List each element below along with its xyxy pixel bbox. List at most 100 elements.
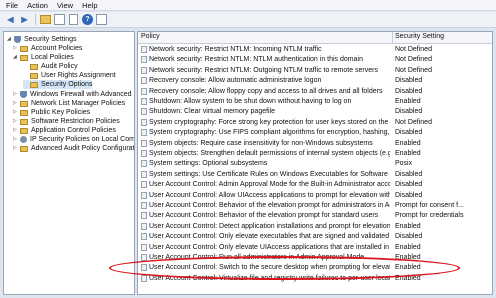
policy-row[interactable]: System cryptography: Force strong key pr… xyxy=(138,118,492,127)
help-icon[interactable]: ? xyxy=(82,14,93,25)
expand-arrow-icon[interactable]: ▷ xyxy=(13,144,18,153)
tree-item-label: Security Settings xyxy=(24,36,77,43)
menu-file[interactable]: File xyxy=(6,1,18,10)
tree-item[interactable]: ▷ Account Policies xyxy=(13,44,82,53)
policy-row[interactable]: User Account Control: Only elevate UIAcc… xyxy=(138,243,492,252)
policy-name: User Account Control: Only elevate UIAcc… xyxy=(149,243,390,251)
policy-name: User Account Control: Behavior of the el… xyxy=(149,212,379,220)
policy-row[interactable]: User Account Control: Detect application… xyxy=(138,222,492,231)
policy-icon xyxy=(141,77,147,85)
policy-row[interactable]: Recovery console: Allow automatic admini… xyxy=(138,76,492,85)
policy-row[interactable]: Network security: Restrict NTLM: Incomin… xyxy=(138,45,492,54)
policy-icon xyxy=(141,87,147,95)
policy-name: System objects: Strengthen default permi… xyxy=(149,150,390,157)
tree-item-label: Account Policies xyxy=(31,45,83,52)
tree-item[interactable]: Audit Policy xyxy=(23,62,78,71)
folder-icon xyxy=(30,81,38,88)
expand-arrow-icon[interactable]: ◢ xyxy=(13,53,18,62)
expand-arrow-icon[interactable]: ▷ xyxy=(13,135,18,144)
policy-row[interactable]: Network security: Restrict NTLM: NTLM au… xyxy=(138,55,492,64)
policy-icon xyxy=(141,202,147,209)
policy-icon xyxy=(141,254,147,261)
tree-item-label: Windows Firewall with Advanced Sec xyxy=(30,91,135,98)
policy-row[interactable]: System settings: Use Certificate Rules o… xyxy=(138,170,492,179)
policy-row[interactable]: Shutdown: Clear virtual memory pagefile D… xyxy=(138,107,492,116)
expand-arrow-icon[interactable]: ▷ xyxy=(13,99,18,108)
export-list-icon[interactable] xyxy=(68,14,79,25)
expand-arrow-icon[interactable]: ▷ xyxy=(13,126,18,135)
tree-item[interactable]: ◢ Security Settings xyxy=(7,35,77,44)
policy-row[interactable]: User Account Control: Run all administra… xyxy=(138,253,492,262)
policy-setting: Disabled xyxy=(395,87,423,95)
policy-row[interactable]: System settings: Optional subsystems Posi… xyxy=(138,159,492,168)
column-header-security-setting[interactable]: Security Setting xyxy=(395,33,444,40)
tree-item[interactable]: User Rights Assignment xyxy=(23,71,116,80)
expand-arrow-icon[interactable]: ◢ xyxy=(7,35,12,44)
policy-row[interactable]: User Account Control: Switch to the secu… xyxy=(138,263,492,272)
menu-action[interactable]: Action xyxy=(27,1,48,10)
policy-name: User Account Control: Run all administra… xyxy=(149,254,365,261)
folder-icon xyxy=(20,145,28,152)
policy-icon xyxy=(141,139,147,147)
policy-setting: Disabled xyxy=(395,129,423,137)
forward-arrow-icon[interactable]: ▶ xyxy=(19,14,30,25)
expand-arrow-icon[interactable]: ▷ xyxy=(13,44,18,53)
policy-setting: Disabled xyxy=(395,170,423,178)
policy-row[interactable]: System objects: Strengthen default permi… xyxy=(138,149,492,158)
tree-item[interactable]: ▷ IP Security Policies on Local Compute xyxy=(13,135,134,144)
tree-item[interactable]: ▷ Application Control Policies xyxy=(13,126,116,135)
expand-arrow-icon[interactable]: ▷ xyxy=(13,117,18,126)
policy-row[interactable]: System cryptography: Use FIPS compliant … xyxy=(138,128,492,137)
policy-icon xyxy=(141,212,147,220)
column-divider[interactable] xyxy=(392,32,393,43)
policy-setting: Disabled xyxy=(395,233,423,241)
policy-setting: Prompt for consent f... xyxy=(395,202,464,209)
policy-name: System cryptography: Force strong key pr… xyxy=(149,118,390,126)
tree-item[interactable]: ▷ Public Key Policies xyxy=(13,108,90,117)
policy-row[interactable]: User Account Control: Allow UIAccess app… xyxy=(138,191,492,200)
policy-name: Network security: Restrict NTLM: NTLM au… xyxy=(149,56,363,64)
policy-row[interactable]: System objects: Require case insensitivi… xyxy=(138,139,492,148)
expand-arrow-icon[interactable]: ▷ xyxy=(13,108,18,117)
policy-icon xyxy=(141,181,147,189)
tree-item[interactable]: ▷ Advanced Audit Policy Configuration xyxy=(13,144,134,153)
policy-setting: Enabled xyxy=(395,274,421,282)
menu-help[interactable]: Help xyxy=(82,1,97,10)
policy-setting: Not Defined xyxy=(395,66,432,74)
policy-row[interactable]: User Account Control: Behavior of the el… xyxy=(138,211,492,220)
menu-bar: File Action View Help xyxy=(0,0,496,11)
tree-item-label: Security Options xyxy=(41,81,93,88)
policy-row[interactable]: User Account Control: Admin Approval Mod… xyxy=(138,180,492,189)
tree-item[interactable]: Security Options xyxy=(23,80,93,89)
policy-name: System objects: Require case insensitivi… xyxy=(149,139,373,147)
policy-row[interactable]: Network security: Restrict NTLM: Outgoin… xyxy=(138,66,492,75)
policy-row[interactable]: Shutdown: Allow system to be shut down w… xyxy=(138,97,492,106)
column-header-policy[interactable]: Policy xyxy=(141,33,160,40)
show-hide-tree-icon[interactable] xyxy=(54,14,65,25)
policy-row[interactable]: Recovery console: Allow floppy copy and … xyxy=(138,87,492,96)
policy-setting: Not Defined xyxy=(395,118,432,126)
policy-row[interactable]: User Account Control: Only elevate execu… xyxy=(138,232,492,241)
tree-item[interactable]: ◢ Local Policies xyxy=(13,53,74,62)
policy-icon xyxy=(141,129,147,137)
policy-icon xyxy=(141,56,147,64)
policy-setting: Disabled xyxy=(395,181,423,189)
tree-item[interactable]: ▷ Windows Firewall with Advanced Sec xyxy=(13,90,135,99)
policy-name: User Account Control: Virtualize file an… xyxy=(149,274,390,282)
policy-row[interactable]: User Account Control: Virtualize file an… xyxy=(138,274,492,283)
policy-name: System settings: Use Certificate Rules o… xyxy=(149,170,390,178)
policy-icon xyxy=(141,264,147,272)
policy-name: User Account Control: Switch to the secu… xyxy=(149,264,390,272)
tree-item[interactable]: ▷ Software Restriction Policies xyxy=(13,117,120,126)
policy-row[interactable]: User Account Control: Behavior of the el… xyxy=(138,201,492,210)
tree-item-label: Network List Manager Policies xyxy=(31,100,126,107)
folder-up-icon[interactable] xyxy=(40,14,51,25)
expand-arrow-icon[interactable]: ▷ xyxy=(13,90,18,99)
properties-icon[interactable] xyxy=(96,14,107,25)
menu-view[interactable]: View xyxy=(57,1,73,10)
policy-setting: Disabled xyxy=(395,191,423,199)
back-arrow-icon[interactable]: ◀ xyxy=(5,14,16,25)
policy-setting: Enabled xyxy=(395,139,421,147)
policy-icon xyxy=(141,46,147,53)
tree-item[interactable]: ▷ Network List Manager Policies xyxy=(13,99,125,108)
